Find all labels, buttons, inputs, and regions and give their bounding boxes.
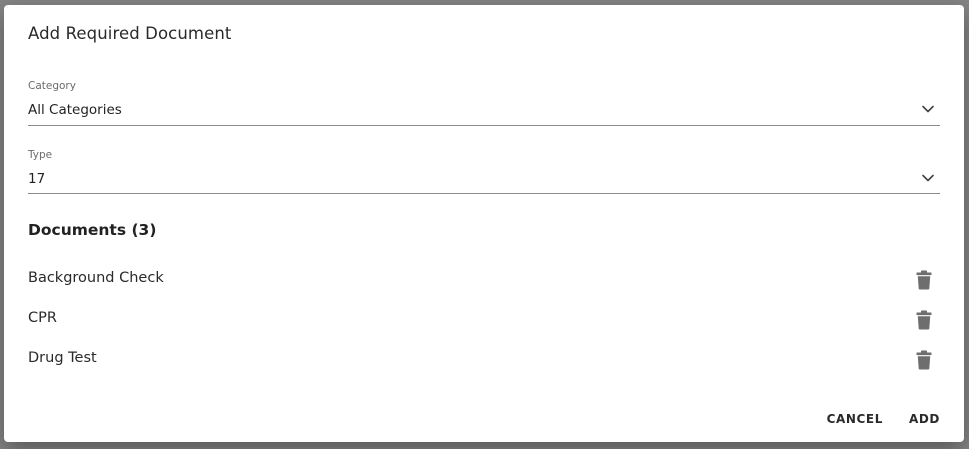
dialog-title: Add Required Document bbox=[28, 24, 232, 43]
trash-icon bbox=[916, 270, 932, 290]
delete-document-button[interactable] bbox=[914, 269, 934, 291]
document-name: CPR bbox=[28, 310, 57, 326]
add-required-document-dialog: Add Required Document Category All Categ… bbox=[4, 5, 964, 442]
category-label: Category bbox=[28, 80, 76, 92]
trash-icon bbox=[916, 310, 932, 330]
add-button[interactable]: ADD bbox=[909, 412, 940, 426]
list-item: CPR bbox=[28, 300, 940, 340]
document-name: Drug Test bbox=[28, 350, 97, 366]
chevron-down-icon bbox=[922, 105, 934, 113]
list-item: Background Check bbox=[28, 260, 940, 300]
type-label: Type bbox=[28, 149, 53, 161]
cancel-button[interactable]: CANCEL bbox=[827, 412, 883, 426]
chevron-down-icon bbox=[922, 174, 934, 182]
dialog-actions: CANCEL ADD bbox=[827, 412, 940, 426]
category-value: All Categories bbox=[28, 102, 122, 118]
trash-icon bbox=[916, 350, 932, 370]
delete-document-button[interactable] bbox=[914, 349, 934, 371]
type-select[interactable]: Type 17 bbox=[28, 149, 940, 194]
documents-heading: Documents (3) bbox=[28, 221, 157, 239]
document-name: Background Check bbox=[28, 270, 164, 286]
delete-document-button[interactable] bbox=[914, 309, 934, 331]
category-select[interactable]: Category All Categories bbox=[28, 80, 940, 126]
list-item: Drug Test bbox=[28, 340, 940, 380]
documents-list: Background Check CPR Drug Test bbox=[28, 260, 940, 380]
type-value: 17 bbox=[28, 171, 46, 187]
